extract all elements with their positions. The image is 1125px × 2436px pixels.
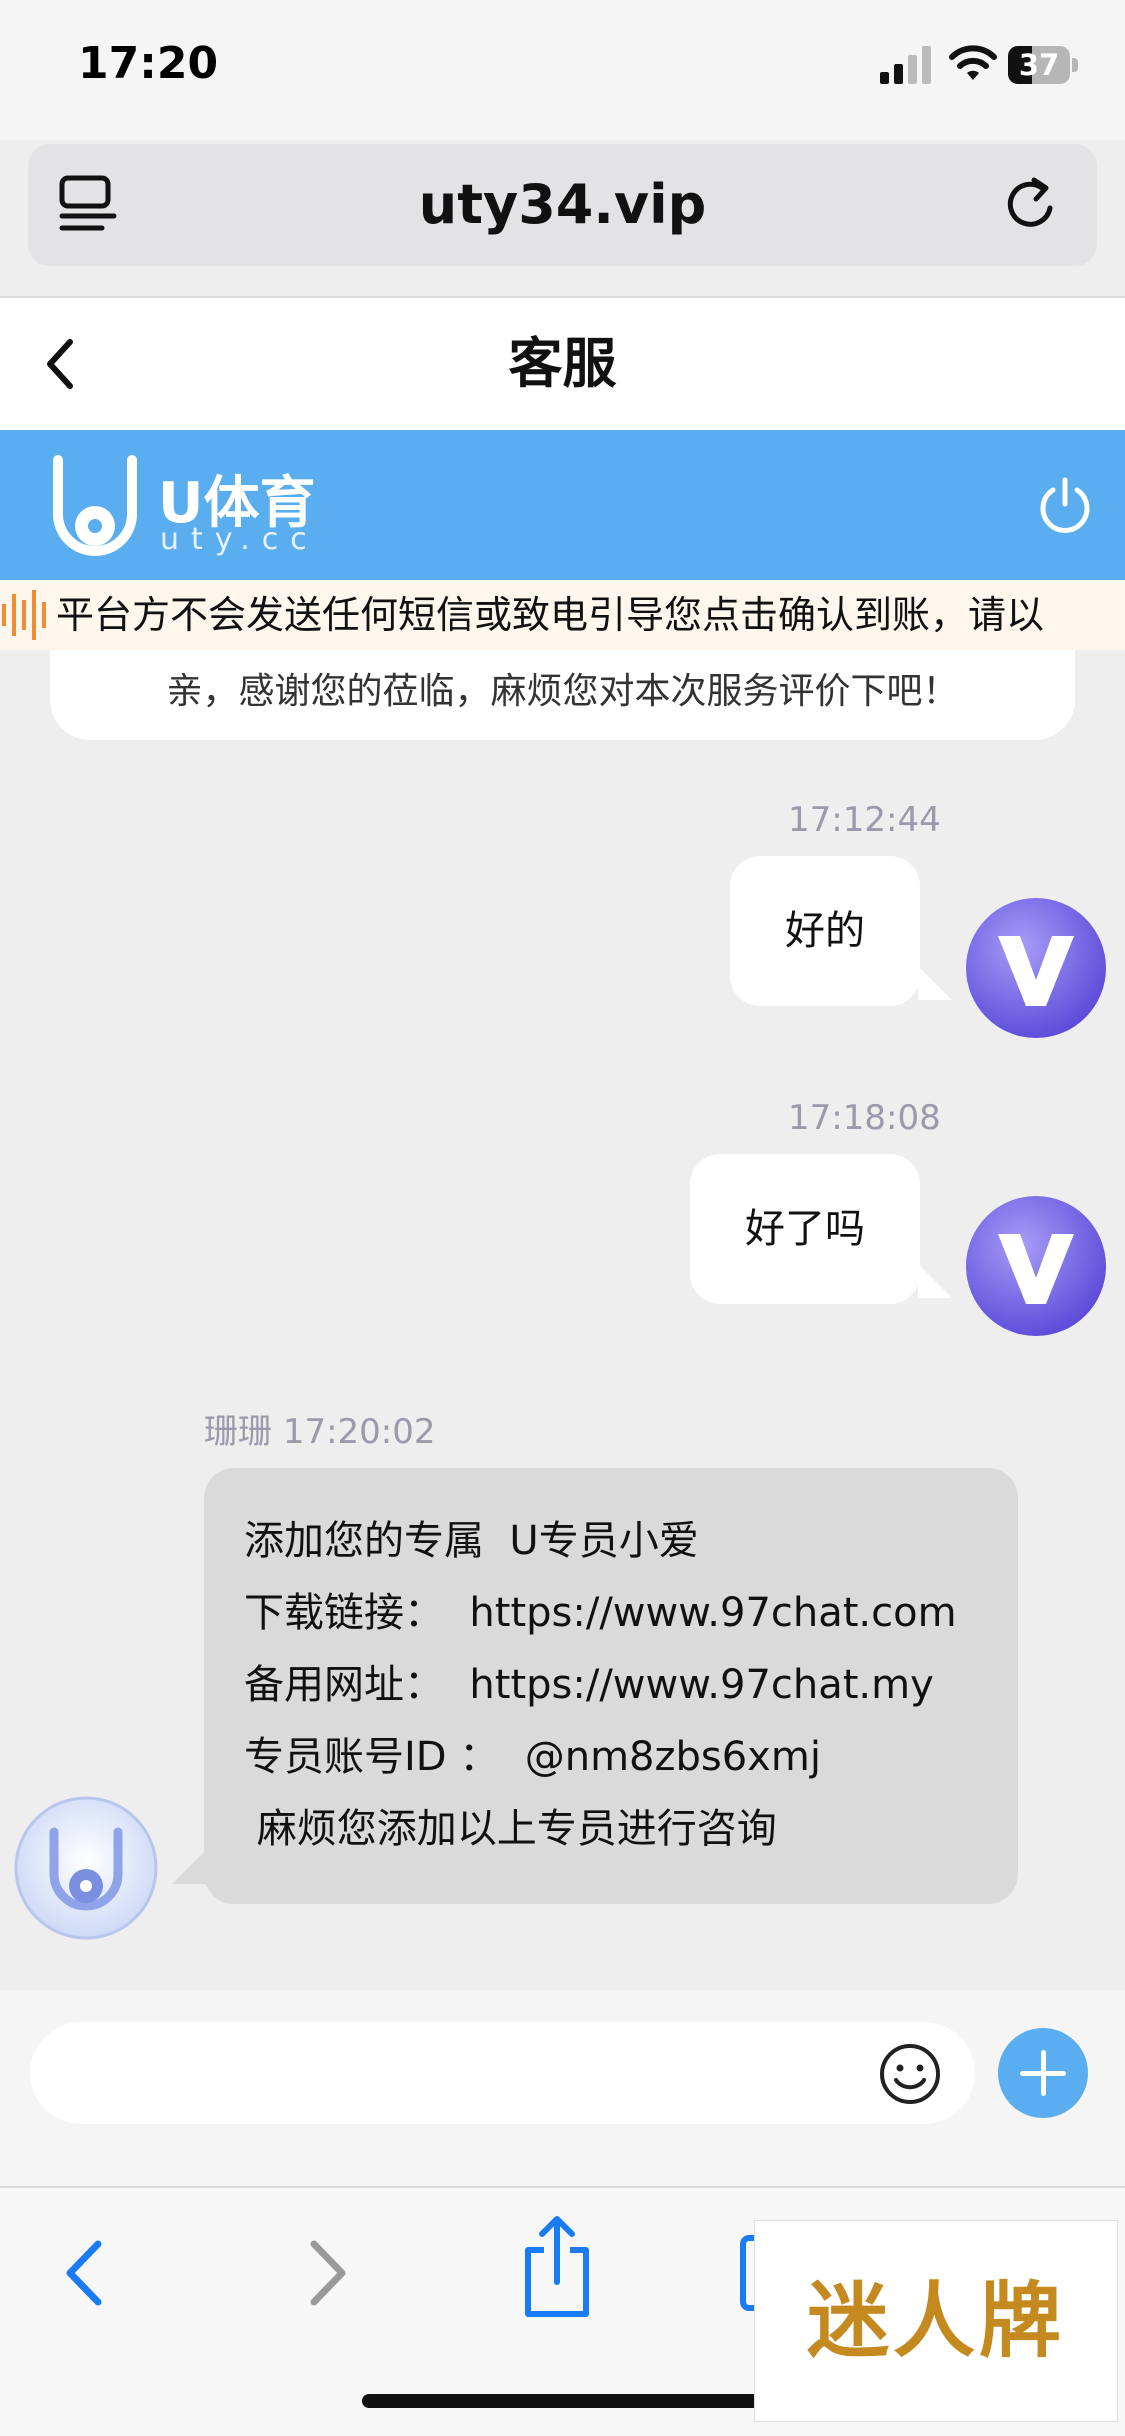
back-icon[interactable]	[50, 2228, 120, 2318]
bubble-tail	[172, 1850, 206, 1884]
address-bar[interactable]: uty34.vip	[28, 144, 1097, 266]
message-line: 下载链接： https://www.97chat.com	[244, 1590, 957, 1636]
forward-icon[interactable]	[292, 2228, 362, 2318]
battery-icon: 37	[1008, 46, 1078, 84]
share-icon[interactable]	[522, 2212, 592, 2322]
page-header: 客服	[0, 298, 1125, 430]
message-line: 备用网址： https://www.97chat.my	[244, 1662, 934, 1708]
notice-text: 平台方不会发送任何短信或致电引导您点击确认到账，请以	[56, 593, 1045, 637]
add-attachment-button[interactable]	[998, 2028, 1088, 2118]
page-menu-icon[interactable]	[56, 172, 120, 236]
system-message-text: 亲，感谢您的莅临，麻烦您对本次服务评价下吧！	[166, 671, 959, 712]
home-indicator	[362, 2394, 762, 2408]
url-text[interactable]: uty34.vip	[28, 144, 1097, 266]
brand-domain: uty.cc	[160, 522, 319, 557]
outgoing-message: 好了吗	[690, 1154, 920, 1304]
message-line: 添加您的专属 U专员小爱	[244, 1518, 699, 1564]
bubble-tail	[918, 1264, 952, 1298]
agent-meta: 珊珊 17:20:02	[204, 1404, 436, 1453]
brand-bar: U体育 uty.cc	[0, 430, 1125, 580]
agent-timestamp: 17:20:02	[282, 1412, 436, 1452]
battery-body: 37	[1008, 46, 1070, 84]
status-time: 17:20	[78, 38, 219, 89]
notice-banner: 平台方不会发送任何短信或致电引导您点击确认到账，请以	[0, 580, 1125, 650]
status-bar: 17:20 37	[0, 0, 1125, 140]
message-text: 好了吗	[745, 1206, 865, 1252]
battery-nub	[1072, 58, 1078, 72]
agent-avatar	[14, 1796, 158, 1940]
back-chevron-icon[interactable]	[40, 334, 80, 394]
watermark: 迷人牌	[754, 2220, 1118, 2422]
user-avatar	[966, 1196, 1106, 1336]
bubble-tail	[918, 966, 952, 1000]
message-line: 麻烦您添加以上专员进行咨询	[244, 1806, 777, 1852]
input-area	[0, 1990, 1125, 2186]
system-message: 亲，感谢您的莅临，麻烦您对本次服务评价下吧！	[50, 650, 1075, 740]
message-text: 好的	[785, 908, 865, 954]
reload-icon[interactable]	[1000, 172, 1064, 236]
power-icon[interactable]	[1036, 476, 1094, 534]
emoji-icon[interactable]	[878, 2042, 942, 2106]
outgoing-message: 好的	[730, 856, 920, 1006]
sound-bars-icon	[2, 590, 46, 640]
cellular-signal-icon	[880, 46, 931, 84]
message-line: 专员账号ID ： @nm8zbs6xmj	[244, 1734, 821, 1780]
brand-logo-icon	[53, 455, 137, 556]
message-timestamp: 17:12:44	[788, 800, 941, 840]
chat-area[interactable]: 亲，感谢您的莅临，麻烦您对本次服务评价下吧！ 17:12:44 好的 17:18…	[0, 650, 1125, 1990]
wifi-icon	[949, 45, 997, 80]
plus-icon	[1041, 2050, 1046, 2096]
agent-name: 珊珊	[204, 1412, 272, 1452]
message-input[interactable]	[30, 2022, 975, 2124]
watermark-text: 迷人牌	[806, 2273, 1065, 2369]
incoming-message: 添加您的专属 U专员小爱 下载链接： https://www.97chat.co…	[204, 1468, 1018, 1904]
page-title: 客服	[508, 332, 617, 395]
user-avatar	[966, 898, 1106, 1038]
battery-level: 37	[1018, 48, 1060, 82]
message-timestamp: 17:18:08	[788, 1098, 941, 1138]
